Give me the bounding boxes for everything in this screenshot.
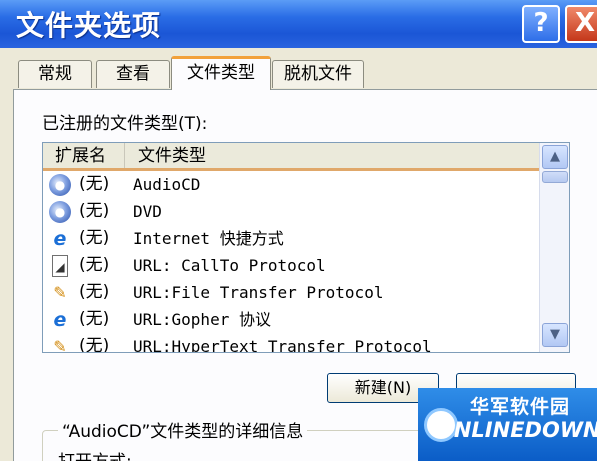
document-icon: ◢ <box>52 255 68 277</box>
list-item[interactable]: e (无) Internet 快捷方式 <box>43 225 539 252</box>
tab-offline-files[interactable]: 脱机文件 <box>272 60 364 88</box>
list-item-extension: (无) <box>79 201 110 221</box>
tab-file-types[interactable]: 文件类型 <box>171 56 271 90</box>
list-item[interactable]: ◢ (无) URL: CallTo Protocol <box>43 252 539 279</box>
opens-with-label: 打开方式: <box>58 447 132 461</box>
registered-types-label: 已注册的文件类型(T): <box>42 114 208 134</box>
vertical-scrollbar[interactable]: ▲ ▼ <box>539 143 569 352</box>
list-rows: ● (无) AudioCD ● (无) DVD e (无) Internet 快… <box>43 171 539 353</box>
list-item-extension: (无) <box>79 282 110 302</box>
list-item-extension: (无) <box>79 174 110 194</box>
list-item-type: URL: CallTo Protocol <box>133 256 326 275</box>
scroll-up-icon[interactable]: ▲ <box>542 145 568 169</box>
list-item-extension: (无) <box>79 255 110 275</box>
list-item-type: URL:Gopher 协议 <box>133 310 271 329</box>
list-item-type: Internet 快捷方式 <box>133 229 284 248</box>
watermark-en-text: ONLINEDOWN.net <box>436 418 597 442</box>
list-item[interactable]: ✎ (无) URL:File Transfer Protocol <box>43 279 539 306</box>
list-item[interactable]: e (无) URL:Gopher 协议 <box>43 306 539 333</box>
file-types-list[interactable]: 扩展名 文件类型 ● (无) AudioCD ● (无) DVD e (无) I… <box>42 142 570 353</box>
list-item-type: DVD <box>133 202 162 221</box>
list-item-type: URL:HyperText Transfer Protocol <box>133 337 432 353</box>
list-item-extension: (无) <box>79 336 110 353</box>
window-title: 文件夹选项 <box>16 9 162 42</box>
tab-general[interactable]: 常规 <box>18 60 92 88</box>
column-header-extension[interactable]: 扩展名 <box>43 143 125 168</box>
list-item[interactable]: ● (无) DVD <box>43 198 539 225</box>
scroll-down-icon[interactable]: ▼ <box>542 323 568 347</box>
column-header-file-type[interactable]: 文件类型 <box>126 143 426 168</box>
details-title: “AudioCD”文件类型的详细信息 <box>58 417 308 442</box>
watermark-cn-text: 华军软件园 <box>470 396 571 418</box>
cd-icon: ● <box>49 174 71 196</box>
list-item-extension: (无) <box>79 228 110 248</box>
ie-icon: e <box>53 309 67 331</box>
ftp-icon: ✎ <box>53 283 67 302</box>
list-item-extension: (无) <box>79 309 110 329</box>
list-item[interactable]: ✎ (无) URL:HyperText Transfer Protocol <box>43 333 539 353</box>
list-item-type: URL:File Transfer Protocol <box>133 283 384 302</box>
title-bar: 文件夹选项 ? X <box>0 0 597 48</box>
ftp-icon: ✎ <box>53 337 67 353</box>
help-button[interactable]: ? <box>522 5 560 43</box>
list-item-type: AudioCD <box>133 175 201 194</box>
list-header: 扩展名 文件类型 <box>43 143 539 171</box>
ie-icon: e <box>53 228 67 250</box>
list-item[interactable]: ● (无) AudioCD <box>43 171 539 198</box>
scroll-thumb[interactable] <box>542 171 568 183</box>
folder-options-window: 文件夹选项 ? X 常规 查看 文件类型 脱机文件 已注册的文件类型(T): 扩… <box>0 0 597 461</box>
cd-icon: ● <box>49 201 71 223</box>
tab-strip: 常规 查看 文件类型 脱机文件 <box>0 48 597 90</box>
tab-view[interactable]: 查看 <box>96 60 170 88</box>
close-button[interactable]: X <box>565 5 597 43</box>
